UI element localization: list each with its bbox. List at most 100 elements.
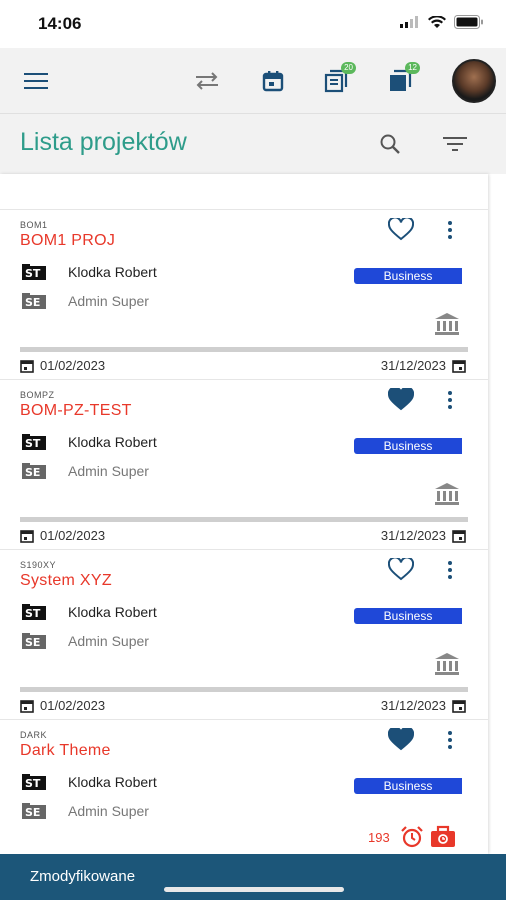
more-button[interactable]: [446, 730, 454, 755]
category-tag: Business: [354, 268, 462, 284]
owner-name: Klodka Robert: [68, 434, 157, 450]
alert-count: 193: [368, 829, 390, 845]
owner-row: ST Klodka Robert: [20, 262, 157, 282]
more-vert-icon: [448, 221, 452, 239]
calendar-icon: [262, 71, 284, 92]
start-date: 01/02/2023: [20, 358, 105, 373]
more-vert-icon: [448, 731, 452, 749]
menu-button[interactable]: [22, 48, 50, 114]
title-bar: Lista projektów: [0, 114, 506, 174]
heart-filled-icon: [387, 726, 415, 751]
owner-name: Klodka Robert: [68, 264, 157, 280]
alarm-clock-icon: [400, 826, 423, 848]
category-tag: Business: [354, 608, 462, 624]
favorite-button[interactable]: [387, 216, 415, 247]
owner-row: ST Klodka Robert: [20, 432, 157, 452]
admin-name: Admin Super: [68, 633, 149, 649]
more-button[interactable]: [446, 560, 454, 585]
start-date-text: 01/02/2023: [40, 698, 106, 713]
favorite-button[interactable]: [387, 726, 415, 757]
favorite-button[interactable]: [387, 556, 415, 587]
briefcase-icon: [430, 825, 455, 847]
home-indicator[interactable]: [164, 887, 344, 892]
admin-icon: SE: [20, 291, 48, 311]
admin-icon: SE: [20, 631, 48, 651]
status-bar: 14:06: [0, 0, 506, 48]
project-card[interactable]: DARK Dark Theme ST Klodka Robert SE Admi…: [0, 720, 488, 854]
heart-outline-icon: [387, 556, 415, 581]
progress-bar: [20, 517, 468, 522]
svg-text:SE: SE: [25, 806, 40, 819]
end-date: 31/12/2023: [381, 528, 466, 543]
project-list[interactable]: BOM1 BOM1 PROJ ST Klodka Robert SE Admin…: [0, 174, 488, 854]
project-card[interactable]: S190XY System XYZ ST Klodka Robert SE Ad…: [0, 550, 488, 720]
heart-filled-icon: [387, 386, 415, 411]
heart-outline-icon: [387, 216, 415, 241]
signal-icon: [400, 16, 418, 28]
battery-icon: [454, 15, 483, 29]
svg-text:SE: SE: [25, 296, 40, 309]
owner-icon: ST: [20, 262, 48, 282]
svg-text:ST: ST: [25, 607, 41, 620]
project-card[interactable]: BOMPZ BOM-PZ-TEST ST Klodka Robert SE Ad…: [0, 380, 488, 550]
project-code: BOMPZ: [20, 390, 55, 400]
stack-button[interactable]: 20: [322, 48, 356, 114]
top-toolbar: 20 12: [0, 48, 506, 114]
category-tag: Business: [354, 778, 462, 794]
admin-row: SE Admin Super: [20, 801, 149, 821]
start-date-text: 01/02/2023: [40, 358, 106, 373]
svg-text:ST: ST: [25, 777, 41, 790]
calendar-icon: [20, 529, 34, 543]
start-date-text: 01/02/2023: [40, 528, 106, 543]
owner-name: Klodka Robert: [68, 774, 157, 790]
more-button[interactable]: [446, 390, 454, 415]
more-vert-icon: [448, 561, 452, 579]
status-time: 14:06: [38, 14, 82, 33]
more-button[interactable]: [446, 220, 454, 245]
start-date: 01/02/2023: [20, 528, 105, 543]
admin-icon: SE: [20, 801, 48, 821]
stack-filled-button[interactable]: 12: [386, 48, 420, 114]
avatar[interactable]: [452, 59, 496, 103]
project-name[interactable]: System XYZ: [20, 572, 112, 590]
svg-text:SE: SE: [25, 466, 40, 479]
admin-row: SE Admin Super: [20, 461, 149, 481]
project-name[interactable]: BOM-PZ-TEST: [20, 402, 132, 420]
date-range: 01/02/2023 31/12/2023: [20, 358, 466, 373]
search-icon: [380, 134, 400, 154]
owner-name: Klodka Robert: [68, 604, 157, 620]
project-name[interactable]: Dark Theme: [20, 742, 111, 760]
status-icons: [400, 15, 484, 29]
calendar-icon: [20, 699, 34, 713]
more-vert-icon: [448, 391, 452, 409]
end-date: 31/12/2023: [381, 698, 466, 713]
admin-icon: SE: [20, 461, 48, 481]
end-date-text: 31/12/2023: [380, 528, 446, 543]
calendar-icon: [452, 529, 466, 543]
bottom-bar-label[interactable]: Zmodyfikowane: [30, 868, 135, 885]
switch-button[interactable]: [193, 48, 221, 114]
project-name[interactable]: BOM1 PROJ: [20, 232, 115, 250]
end-date-text: 31/12/2023: [380, 698, 446, 713]
project-card[interactable]: BOM1 BOM1 PROJ ST Klodka Robert SE Admin…: [0, 210, 488, 380]
svg-text:SE: SE: [25, 636, 40, 649]
calendar-icon: [452, 359, 466, 373]
svg-text:ST: ST: [25, 267, 41, 280]
list-spacer: [0, 174, 488, 210]
category-tag: Business: [354, 438, 462, 454]
wifi-icon: [428, 15, 446, 28]
calendar-icon: [20, 359, 34, 373]
filter-button[interactable]: [442, 132, 468, 161]
search-button[interactable]: [378, 132, 402, 161]
page-title: Lista projektów: [20, 128, 187, 156]
progress-bar: [20, 347, 468, 352]
bottom-bar[interactable]: Zmodyfikowane: [0, 854, 506, 900]
owner-icon: ST: [20, 602, 48, 622]
admin-row: SE Admin Super: [20, 631, 149, 651]
bank-icon: [434, 652, 460, 681]
project-code: BOM1: [20, 220, 48, 230]
swap-icon: [196, 72, 218, 90]
calendar-button[interactable]: [260, 48, 286, 114]
end-date: 31/12/2023: [381, 358, 466, 373]
favorite-button[interactable]: [387, 386, 415, 417]
